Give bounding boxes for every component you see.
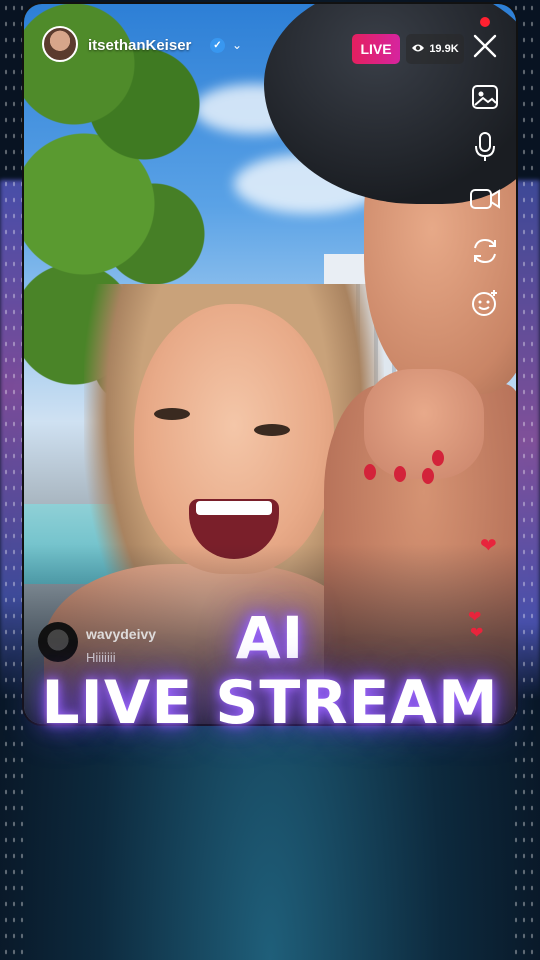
nail	[432, 450, 444, 466]
microphone-icon[interactable]	[468, 130, 502, 164]
video-camera-icon[interactable]	[468, 182, 502, 216]
overlay-title-line1: AI	[235, 604, 305, 672]
man-hand	[364, 369, 484, 479]
streamer-avatar[interactable]	[42, 26, 78, 62]
overlay-title-line2: LIVE STREAM	[41, 668, 499, 738]
nail	[422, 468, 434, 484]
verified-badge-icon: ✓	[210, 38, 225, 53]
nail	[364, 464, 376, 480]
chevron-down-icon[interactable]: ⌄	[232, 38, 242, 52]
viewer-count: 19.9K	[429, 43, 459, 55]
image-icon[interactable]	[468, 80, 502, 114]
switch-camera-icon[interactable]	[468, 234, 502, 268]
nail	[394, 466, 406, 482]
face-effects-icon[interactable]	[468, 286, 502, 320]
eye-icon	[411, 43, 425, 56]
streamer-username[interactable]: itsethanKeiser	[88, 37, 191, 54]
live-badge: LIVE	[352, 34, 400, 64]
recording-dot	[480, 17, 490, 27]
close-icon[interactable]	[468, 32, 502, 66]
woman-eye	[254, 424, 290, 436]
heart-icon: ❤	[480, 535, 497, 557]
woman-teeth	[196, 501, 272, 515]
woman-eye	[154, 408, 190, 420]
viewer-count-badge[interactable]: 19.9K	[406, 34, 464, 64]
